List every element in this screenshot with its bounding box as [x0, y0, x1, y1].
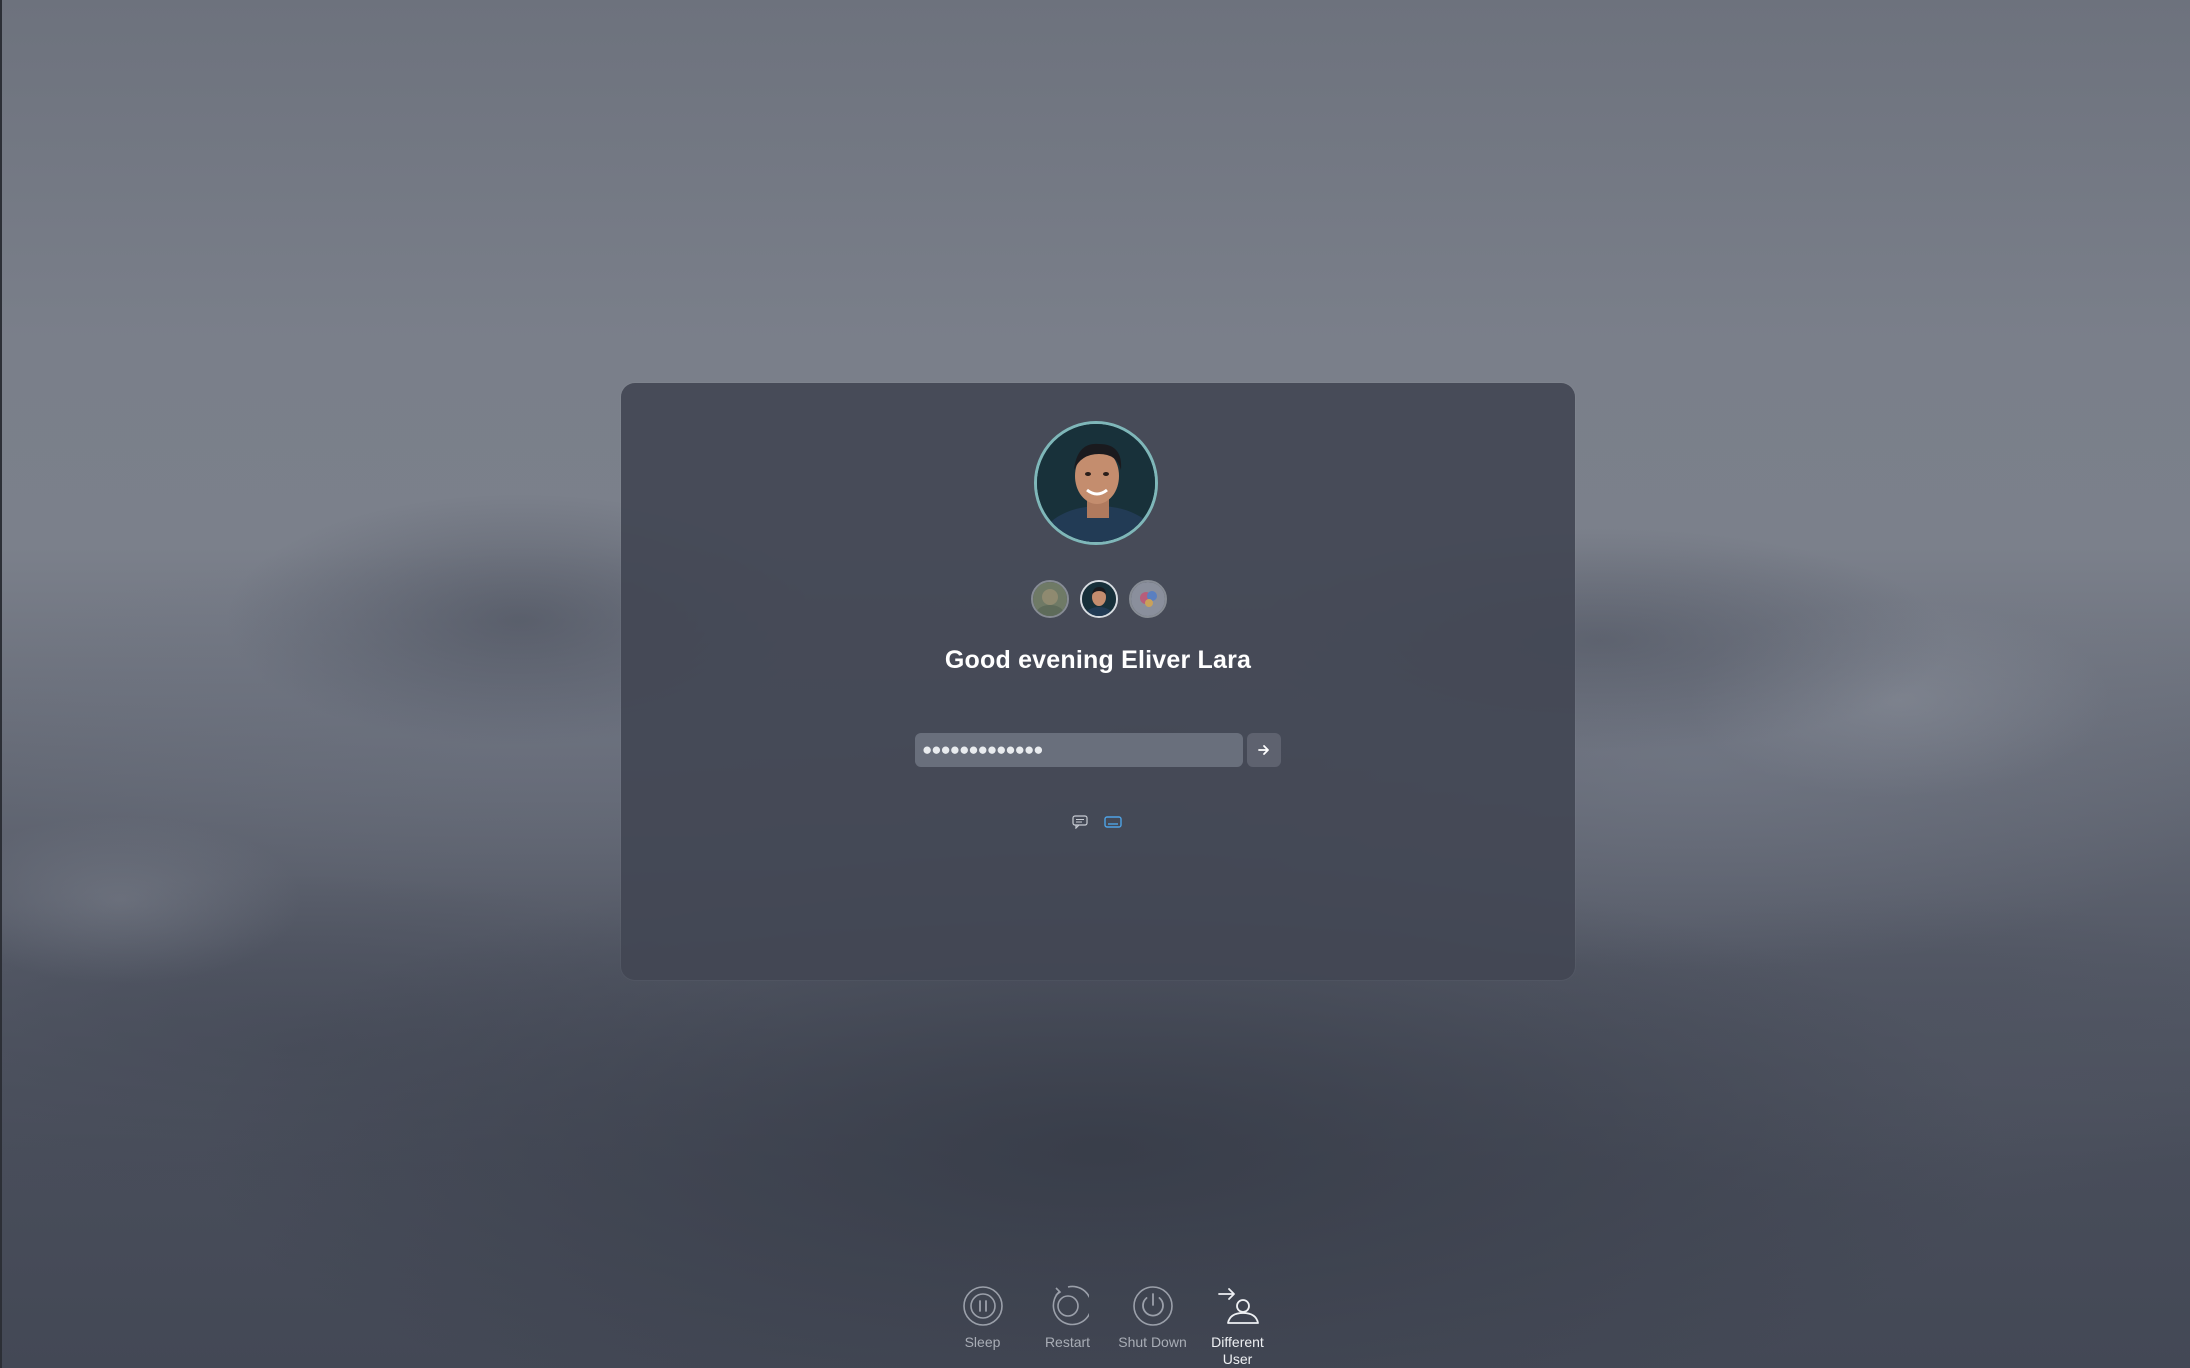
- restart-button[interactable]: Restart: [1025, 1284, 1110, 1368]
- password-row: ●●●●●●●●●●●●●: [915, 733, 1281, 767]
- greeting-title: Good evening Eliver Lara: [944, 646, 1252, 674]
- restart-label: Restart: [1044, 1334, 1091, 1350]
- sleep-label: Sleep: [964, 1334, 1001, 1350]
- screen-edge: [0, 0, 2, 1368]
- different-user-label: Different User: [1211, 1334, 1264, 1367]
- input-options: [1072, 815, 1122, 829]
- power-options: Sleep Restart Shut Down Different User: [940, 1284, 1280, 1368]
- different-user-button[interactable]: Different User: [1195, 1284, 1280, 1368]
- user-avatar-3[interactable]: [1129, 580, 1167, 618]
- shutdown-button[interactable]: Shut Down: [1110, 1284, 1195, 1368]
- lock-screen: Good evening Eliver Lara ●●●●●●●●●●●●● S…: [0, 0, 2190, 1368]
- submit-button[interactable]: [1247, 733, 1281, 767]
- shutdown-icon: [1132, 1286, 1173, 1326]
- keyboard-icon[interactable]: [1104, 815, 1122, 829]
- sleep-button[interactable]: Sleep: [940, 1284, 1025, 1368]
- restart-icon: [1052, 1285, 1089, 1326]
- caption-icon[interactable]: [1072, 815, 1088, 829]
- sleep-icon: [962, 1286, 1003, 1326]
- shutdown-label: Shut Down: [1118, 1334, 1187, 1350]
- user-avatar-eliver[interactable]: [1080, 580, 1118, 618]
- user-avatar-1[interactable]: [1031, 580, 1069, 618]
- user-switcher: [1031, 580, 1167, 618]
- user-avatar-large: [1034, 421, 1158, 545]
- arrow-right-icon: [1258, 745, 1269, 755]
- password-field[interactable]: ●●●●●●●●●●●●●: [915, 733, 1243, 767]
- different-user-icon: [1217, 1288, 1259, 1324]
